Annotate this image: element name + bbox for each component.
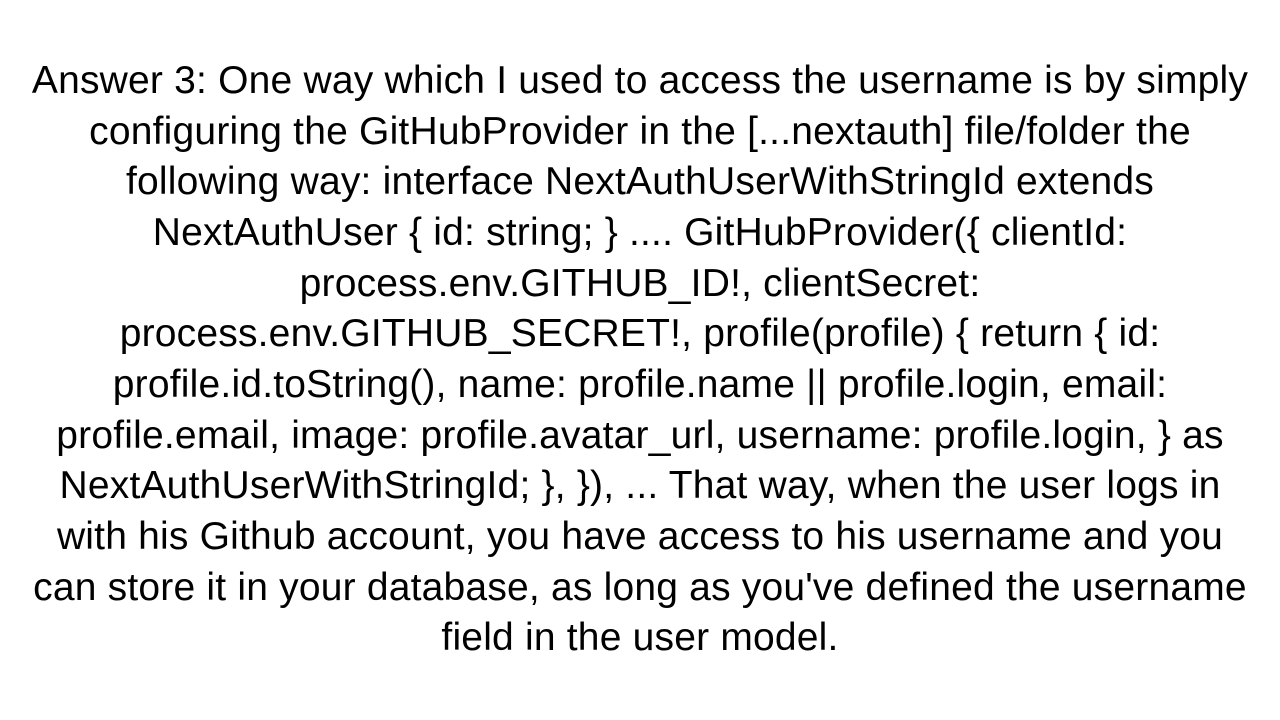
answer-text: Answer 3: One way which I used to access… <box>20 56 1260 664</box>
